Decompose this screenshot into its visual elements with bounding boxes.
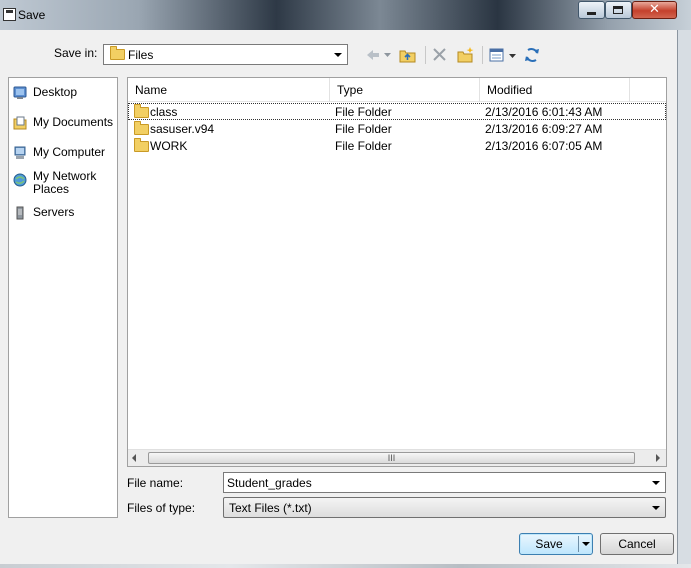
scrollbar-thumb[interactable]: III [148,452,635,464]
file-type: File Folder [335,105,392,119]
file-name-input[interactable] [227,474,637,491]
file-modified: 2/13/2016 6:07:05 AM [485,139,603,153]
documents-icon [13,116,27,130]
floppy-disk-icon [3,8,16,21]
toolbar-separator [425,46,426,64]
new-folder-button[interactable] [456,44,476,66]
network-icon [13,173,27,187]
file-name-label: File name: [127,476,184,490]
dropdown-icon [384,53,391,57]
views-menu-button[interactable] [488,44,518,66]
maximize-icon [613,6,623,14]
back-arrow-icon [367,50,379,60]
save-button[interactable]: Save [519,533,593,555]
up-one-level-button[interactable] [398,44,418,66]
place-my-computer[interactable]: My Computer [11,146,115,162]
views-menu-icon [489,48,516,62]
close-icon: ✕ [649,2,660,17]
place-my-documents[interactable]: My Documents [11,116,115,132]
toolbar-separator [482,46,483,64]
chevron-down-icon [652,506,660,510]
file-type-label: Files of type: [127,501,196,515]
minimize-icon [587,12,596,15]
header-divider [128,101,666,102]
background-window-edge [677,30,691,568]
server-icon [16,206,24,220]
place-servers[interactable]: Servers [11,206,115,222]
folder-icon [134,138,149,152]
file-type-value: Text Files (*.txt) [229,501,312,515]
place-label: My Network Places [33,169,97,196]
file-row[interactable]: WORK File Folder 2/13/2016 6:07:05 AM [128,137,666,154]
file-name: WORK [150,139,188,153]
save-in-label: Save in: [54,46,98,60]
background-window-edge [0,564,691,568]
split-divider [578,536,579,552]
place-my-network-places[interactable]: My Network Places [11,170,115,198]
save-in-value: Files [128,48,154,62]
maximize-button[interactable] [605,1,632,19]
place-desktop[interactable]: Desktop [11,86,115,102]
computer-icon [14,146,26,159]
file-type: File Folder [335,139,392,153]
cancel-button[interactable]: Cancel [600,533,674,555]
up-folder-icon [399,50,416,63]
places-bar: Desktop My Documents My Computer My Netw… [8,77,118,518]
folder-icon [110,46,125,60]
column-header-modified[interactable]: Modified [480,78,630,101]
refresh-icon [525,47,539,63]
chevron-down-icon [334,53,342,57]
chevron-down-icon[interactable] [652,481,660,485]
delete-button[interactable] [431,44,449,66]
place-label: Desktop [33,85,78,99]
delete-icon [433,48,446,61]
file-type: File Folder [335,122,392,136]
title-bar: Save ✕ [0,0,691,30]
place-label: My Documents [33,115,114,129]
place-label: Servers [33,205,75,219]
scroll-left-icon[interactable] [132,454,136,462]
place-label: My Computer [33,145,106,159]
window-title: Save [18,8,46,22]
back-button[interactable] [364,44,382,66]
file-row[interactable]: class File Folder 2/13/2016 6:01:43 AM [128,103,666,120]
save-button-label: Save [535,537,563,551]
horizontal-scrollbar[interactable]: III [128,449,666,466]
file-modified: 2/13/2016 6:01:43 AM [485,105,603,119]
file-type-select[interactable]: Text Files (*.txt) [223,497,666,518]
folder-icon [134,121,149,135]
chevron-down-icon[interactable] [582,542,590,546]
file-name: sasuser.v94 [150,122,215,136]
column-header-type[interactable]: Type [330,78,480,101]
refresh-button[interactable] [522,44,542,66]
file-modified: 2/13/2016 6:09:27 AM [485,122,603,136]
folder-icon [134,104,149,118]
file-list[interactable]: Name Type Modified class File Folder 2/1… [127,77,667,467]
column-header-filler [630,78,666,101]
save-in-combo[interactable]: Files [103,44,348,65]
new-folder-icon [457,47,474,63]
desktop-icon [13,86,27,99]
scroll-right-icon[interactable] [656,454,660,462]
close-button[interactable]: ✕ [632,1,677,19]
back-dropdown-button[interactable] [383,44,393,66]
file-row[interactable]: sasuser.v94 File Folder 2/13/2016 6:09:2… [128,120,666,137]
minimize-button[interactable] [578,1,605,19]
column-header-name[interactable]: Name [128,78,330,101]
file-name-combo[interactable] [223,472,666,493]
file-name: class [150,105,178,119]
